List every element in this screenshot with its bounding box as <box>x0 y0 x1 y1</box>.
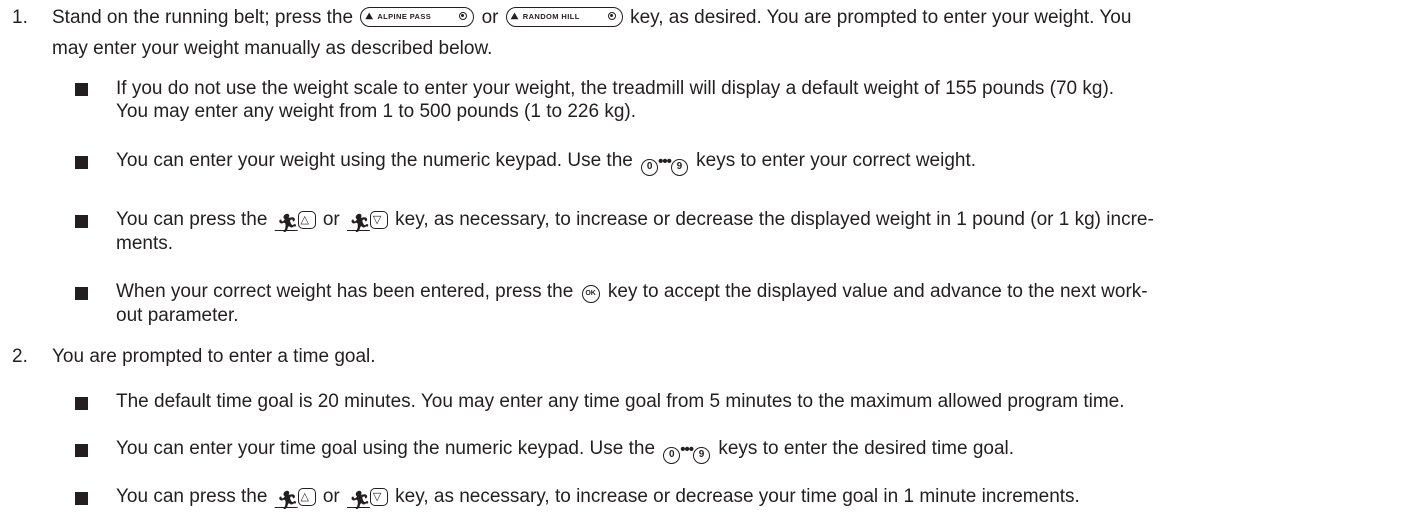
bullet-text: If you do not use the weight scale to en… <box>116 78 1115 99</box>
ok-key-icon: OK <box>581 285 600 303</box>
bullet-marker <box>75 287 88 300</box>
bullet-marker <box>75 492 88 505</box>
bullet-text: You can press the 🏃︎ △ or 🏃︎ ▽ key, as nec… <box>116 208 1154 236</box>
bullet-marker <box>75 156 88 169</box>
step-text: may enter your weight manually as descri… <box>52 38 493 59</box>
bullet-text: out parameter. <box>116 305 239 326</box>
step-number: 2. <box>12 346 28 367</box>
step-text: Stand on the running belt; press the ⛰ A… <box>52 7 1132 28</box>
step-text: You are prompted to enter a time goal. <box>52 346 376 367</box>
alpine-pass-key-icon: ⛰ ALPINE PASS <box>360 7 475 27</box>
bullet-marker <box>75 83 88 96</box>
incline-down-key-icon: 🏃︎ ▽ <box>347 488 388 513</box>
bullet-marker <box>75 444 88 457</box>
numeric-keys-icon: 0 ••• 9 <box>641 150 688 176</box>
bullet-text: You can enter your time goal using the n… <box>116 437 1014 464</box>
bullet-text: The default time goal is 20 minutes. You… <box>116 391 1125 412</box>
random-hill-key-icon: ⛰ RANDOM HILL <box>505 7 623 27</box>
numeric-keys-icon: 0 ••• 9 <box>663 438 711 464</box>
bullet-text: You can enter your weight using the nume… <box>116 149 976 176</box>
incline-down-key-icon: 🏃︎ ▽ <box>347 211 388 236</box>
bullet-text: You can press the 🏃︎ △ or 🏃︎ ▽ key, as nec… <box>116 485 1080 513</box>
incline-up-key-icon: 🏃︎ △ <box>275 488 316 513</box>
incline-up-key-icon: 🏃︎ △ <box>275 211 316 236</box>
bullet-text: You may enter any weight from 1 to 500 p… <box>116 101 637 122</box>
bullet-text: When your correct weight has been entere… <box>116 281 1148 303</box>
bullet-marker <box>75 215 88 228</box>
bullet-text: ments. <box>116 233 174 254</box>
step-number: 1. <box>12 7 28 28</box>
bullet-marker <box>75 397 88 410</box>
